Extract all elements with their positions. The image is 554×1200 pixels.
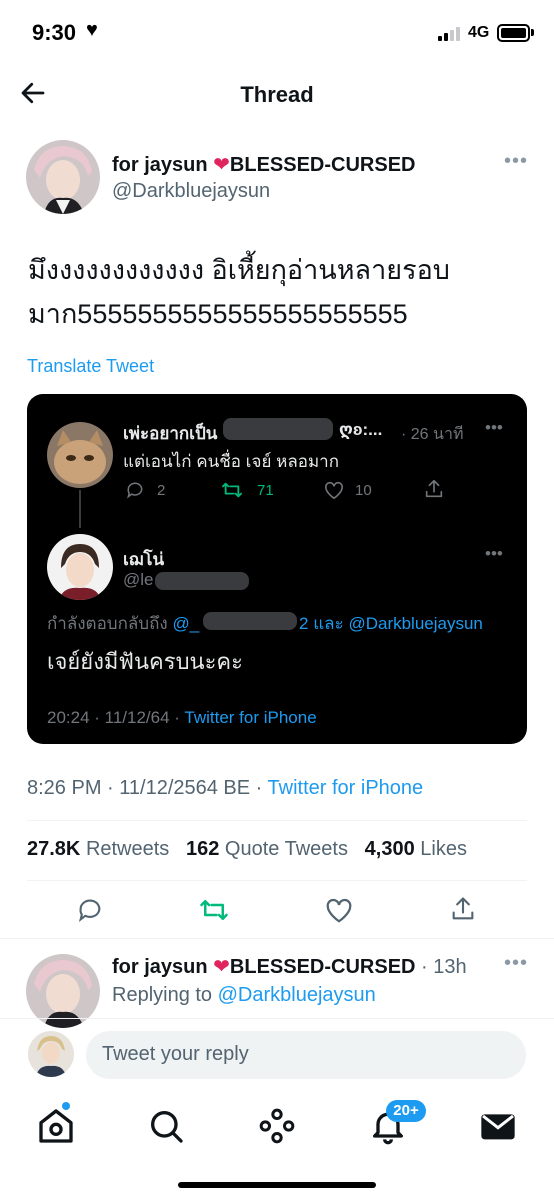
quoted-reply-timestamp: 20:24 · 11/12/64 · [47,708,185,727]
status-time: 9:30 [32,20,77,45]
quoted-parent-text: แต่เอนไก่ คนชื่อ เจย์ หลอมาก [123,452,340,471]
quotes-count: 162 [185,838,220,860]
redacted-name-block [223,418,333,440]
quoted-reply-handle: @le [123,570,154,589]
home-icon[interactable] [36,1106,76,1146]
likes-count: 4,300 [364,838,415,860]
replying-to-line-tail: 2 และ @Darkbluejaysun [299,610,483,637]
share-icon[interactable] [449,894,477,924]
share-icon[interactable] [423,478,445,500]
reply-icon[interactable] [125,480,145,500]
status-bar: 9:30 ♥ 4G [0,0,554,66]
tweet-meta: 8:26 PM · 11/12/2564 BE · Twitter for iP… [27,777,423,800]
quoted-parent-like-count: 10 [355,482,372,499]
quotes-label: Quote Tweets [224,838,348,860]
reply-author-name-suffix: BLESSED-CURSED [229,956,416,978]
reply-replying-line: Replying to @Darkbluejaysun [112,984,376,1007]
author-name-suffix: BLESSED-CURSED [229,154,416,176]
mending-heart-icon: ❤ [213,154,230,176]
replying-user-1-suffix[interactable]: 2 [299,614,308,633]
replying-prefix: กำลังตอบกลับถึง [47,614,168,633]
home-indicator [178,1182,376,1188]
tweet-text-line-1: มึงงงงงงงงงงงง อิเหี้ยกุอ่านหลายรอบ [28,255,450,285]
page-title: Thread [240,82,314,107]
more-options-icon[interactable]: ••• [504,150,528,173]
current-user-avatar[interactable] [28,1031,74,1077]
author-avatar[interactable] [26,140,100,214]
retweet-icon[interactable] [199,896,229,924]
reply-author-display-name: for jaysun [112,956,208,978]
retweets-stat[interactable]: 27.8K Retweets [27,838,169,860]
author-name-line[interactable]: for jaysun ❤BLESSED-CURSED [112,152,415,177]
quotes-stat[interactable]: 162 Quote Tweets [186,838,348,860]
quoted-parent-more-icon[interactable]: ••• [485,418,503,438]
redacted-mention-block [203,612,297,630]
quoted-reply-avatar[interactable] [47,534,113,600]
reply-author-name-line[interactable]: for jaysun ❤BLESSED-CURSED · 13h [112,954,467,979]
heart-status-icon: ♥ [86,19,98,41]
reply-icon[interactable] [76,896,104,924]
quoted-reply-source[interactable]: Twitter for iPhone [184,708,316,727]
quoted-reply-meta: 20:24 · 11/12/64 · Twitter for iPhone [47,708,317,728]
messages-envelope-icon[interactable] [478,1106,518,1146]
replying-to-link[interactable]: @Darkbluejaysun [218,984,376,1006]
likes-stat[interactable]: 4,300 Likes [365,838,467,860]
quoted-parent-avatar[interactable] [47,422,113,488]
reply-time: · 13h [421,956,467,978]
tweet-source-link[interactable]: Twitter for iPhone [268,777,424,799]
quoted-reply-more-icon[interactable]: ••• [485,544,503,564]
search-icon[interactable] [146,1106,186,1146]
quoted-parent-time: · 26 นาที [401,426,464,443]
author-display-name: for jaysun [112,154,208,176]
replying-label: Replying to [112,984,213,1006]
likes-label: Likes [420,838,467,860]
quoted-tweet-card[interactable]: เพ่ะอยากเป็น ღʚ:... · 26 นาที ••• แต่เอน… [27,394,527,744]
replying-user-1-prefix[interactable]: @_ [172,614,199,633]
notification-badge: 20+ [386,1100,426,1122]
retweet-icon[interactable] [221,480,243,500]
like-icon[interactable] [324,896,354,924]
quoted-parent-retweet-count: 71 [257,482,274,499]
thread-header: Thread [0,66,554,122]
tweet-timestamp: 8:26 PM · 11/12/2564 BE · [27,777,268,799]
replying-and: และ [313,614,344,633]
reply-author-avatar[interactable] [26,954,100,1028]
quoted-parent-name-tail: ღʚ:... [339,420,383,439]
spaces-icon[interactable] [257,1106,297,1146]
author-handle[interactable]: @Darkbluejaysun [112,180,270,203]
tweet-stats: 27.8K Retweets 162 Quote Tweets 4,300 Li… [27,838,467,861]
translate-tweet-link[interactable]: Translate Tweet [27,356,154,377]
replying-to-line: กำลังตอบกลับถึง @_ [47,610,199,637]
network-type: 4G [468,24,490,41]
quoted-parent-reply-count: 2 [157,482,166,499]
replying-user-2[interactable]: @Darkbluejaysun [348,614,482,633]
divider [27,880,527,881]
battery-tip [531,29,534,36]
divider [27,820,527,821]
mending-heart-icon: ❤ [213,956,230,978]
retweets-count: 27.8K [27,838,81,860]
tweet-text-line-2: มาก5555555555555555555555 [28,299,408,329]
home-unread-dot [62,1102,70,1110]
like-icon[interactable] [323,480,345,500]
thread-connector-line [79,490,81,528]
reply-composer: Tweet your reply [0,1018,554,1094]
redacted-handle-block [155,572,249,590]
divider [0,938,554,939]
retweets-label: Retweets [85,838,170,860]
quoted-reply-text: เจย์ยังมีฟันครบนะคะ [47,649,243,674]
tweet-text: มึงงงงงงงงงงงง อิเหี้ยกุอ่านหลายรอบ มาก5… [28,248,528,336]
quoted-reply-name: เฌโน่ [123,550,165,569]
reply-input[interactable]: Tweet your reply [86,1031,526,1079]
reply-more-options-icon[interactable]: ••• [504,952,528,975]
quoted-parent-name: เพ่ะอยากเป็น [123,424,218,443]
signal-strength-icon [438,25,464,41]
battery-icon [497,24,530,42]
